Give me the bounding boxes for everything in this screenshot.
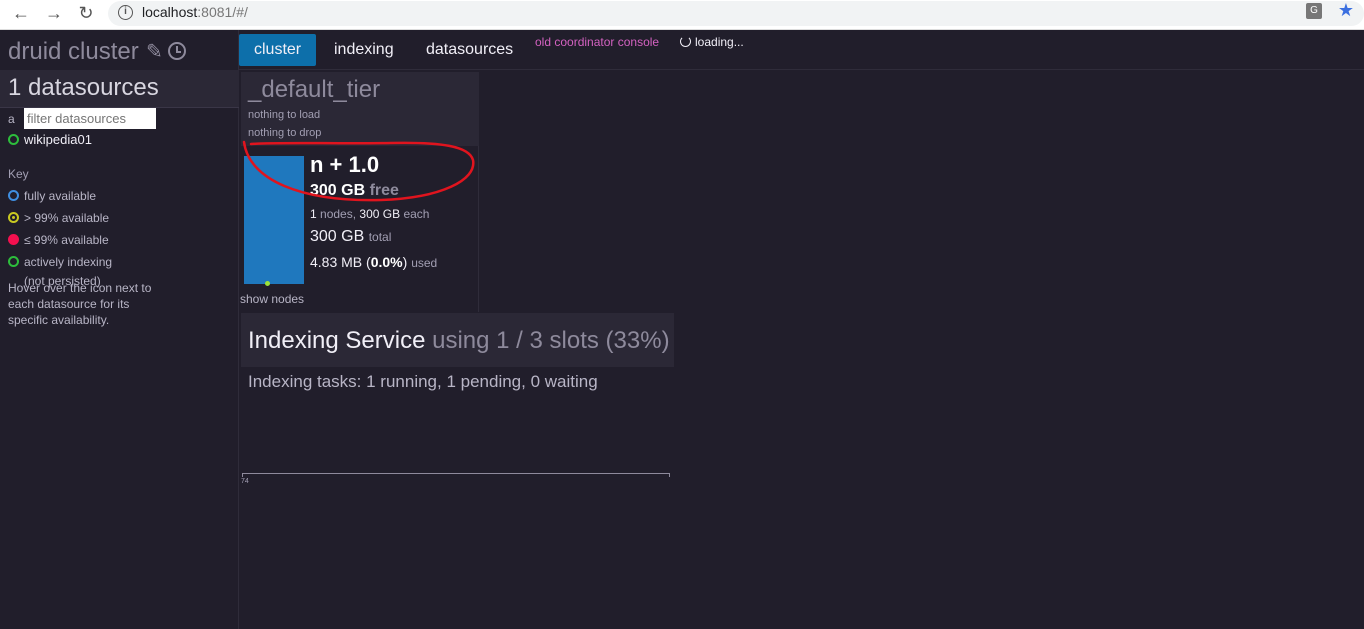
indexing-header: Indexing Service using 1 / 3 slots (33%) — [241, 313, 674, 367]
nodes-label: nodes, — [320, 207, 357, 221]
used-space: 4.83 MB (0.0%) used — [310, 254, 438, 270]
green-circle-icon — [8, 256, 19, 267]
old-console-link[interactable]: old coordinator console — [535, 35, 659, 49]
info-icon[interactable]: i — [118, 5, 133, 20]
filter-prefix: a — [8, 112, 15, 126]
key-actively-indexing: actively indexing — [8, 251, 112, 273]
key-fully-available: fully available — [8, 185, 112, 207]
brand-icons: ✎ — [146, 39, 187, 64]
red-circle-icon — [8, 234, 19, 245]
key-title: Key — [8, 167, 29, 181]
tier-name: _default_tier — [248, 76, 381, 103]
used-label: used — [411, 256, 438, 270]
key-label: actively indexing — [24, 255, 113, 269]
tab-cluster[interactable]: cluster — [239, 34, 317, 66]
indexing-chart-axis — [242, 473, 670, 477]
used-percent: 0.0% — [370, 254, 403, 270]
brand-title: druid cluster — [8, 38, 139, 65]
key-99-available: > 99% available — [8, 207, 112, 229]
status-circle-icon[interactable] — [8, 134, 19, 145]
indexing-slots: using 1 / 3 slots (33%) — [432, 327, 670, 354]
red-annotation-ellipse — [242, 140, 475, 202]
browser-toolbar: ← → ↻ i localhost:8081/#/ G ★ — [0, 0, 1364, 30]
clock-icon[interactable] — [168, 42, 187, 60]
filter-datasources-input[interactable] — [24, 108, 156, 129]
url-path: :8081/#/ — [197, 4, 248, 20]
show-nodes-link[interactable]: show nodes — [240, 292, 304, 306]
back-arrow-icon[interactable]: ← — [10, 3, 32, 24]
datasources-count: 1 datasources — [8, 74, 159, 101]
bookmark-star-icon[interactable]: ★ — [1338, 0, 1354, 21]
load-status: nothing to load — [248, 109, 321, 121]
spinner-icon — [680, 36, 691, 47]
tab-datasources[interactable]: datasources — [411, 34, 528, 66]
total-space: 300 GB total — [310, 228, 391, 246]
used-amount: 4.83 MB — [310, 254, 363, 270]
total-label: total — [368, 230, 392, 244]
datasource-name[interactable]: wikipedia01 — [24, 132, 92, 147]
indexing-axis-tick: 74 — [241, 478, 249, 485]
reload-icon[interactable]: ↻ — [75, 3, 97, 24]
datasource-item[interactable]: wikipedia01 — [8, 132, 92, 147]
yellow-circle-icon — [8, 212, 19, 223]
hover-note: Hover over the icon next to each datasou… — [8, 281, 152, 327]
url-text[interactable]: localhost:8081/#/ — [142, 4, 248, 20]
key-label: > 99% available — [24, 211, 110, 225]
blue-circle-icon — [8, 190, 19, 201]
datasources-header: 1 datasources — [0, 70, 239, 108]
node-summary: 1 nodes, 300 GB each — [310, 207, 429, 221]
indexing-tasks: Indexing tasks: 1 running, 1 pending, 0 … — [248, 372, 598, 391]
key-label: ≤ 99% available — [24, 233, 109, 247]
tab-indexing[interactable]: indexing — [319, 34, 409, 66]
each-label: each — [403, 207, 430, 221]
total-amount: 300 GB — [310, 228, 365, 245]
usage-dot — [265, 281, 270, 286]
sidebar: druid cluster ✎ 1 datasources a wikipedi… — [0, 30, 239, 629]
tier-header: _default_tier nothing to load nothing to… — [241, 72, 479, 146]
drop-status: nothing to drop — [248, 127, 322, 139]
key-under-99-available: ≤ 99% available — [8, 229, 112, 251]
availability-key: Key fully available > 99% available ≤ 99… — [8, 163, 112, 289]
pencil-icon[interactable]: ✎ — [146, 41, 163, 63]
loading-indicator: loading... — [680, 35, 744, 49]
top-nav: cluster indexing datasources old coordin… — [239, 30, 1364, 70]
url-host: localhost — [142, 4, 198, 20]
forward-arrow-icon[interactable]: → — [43, 3, 65, 24]
address-bar[interactable]: i localhost:8081/#/ — [108, 1, 1364, 26]
node-count: 1 — [310, 207, 317, 221]
indexing-service-label: Indexing Service — [248, 327, 426, 354]
translate-icon[interactable]: G — [1306, 3, 1322, 19]
node-size: 300 GB — [359, 207, 401, 221]
key-label: fully available — [24, 189, 97, 203]
loading-text: loading... — [695, 35, 744, 49]
indexing-title: Indexing Service using 1 / 3 slots (33%) — [248, 327, 670, 355]
